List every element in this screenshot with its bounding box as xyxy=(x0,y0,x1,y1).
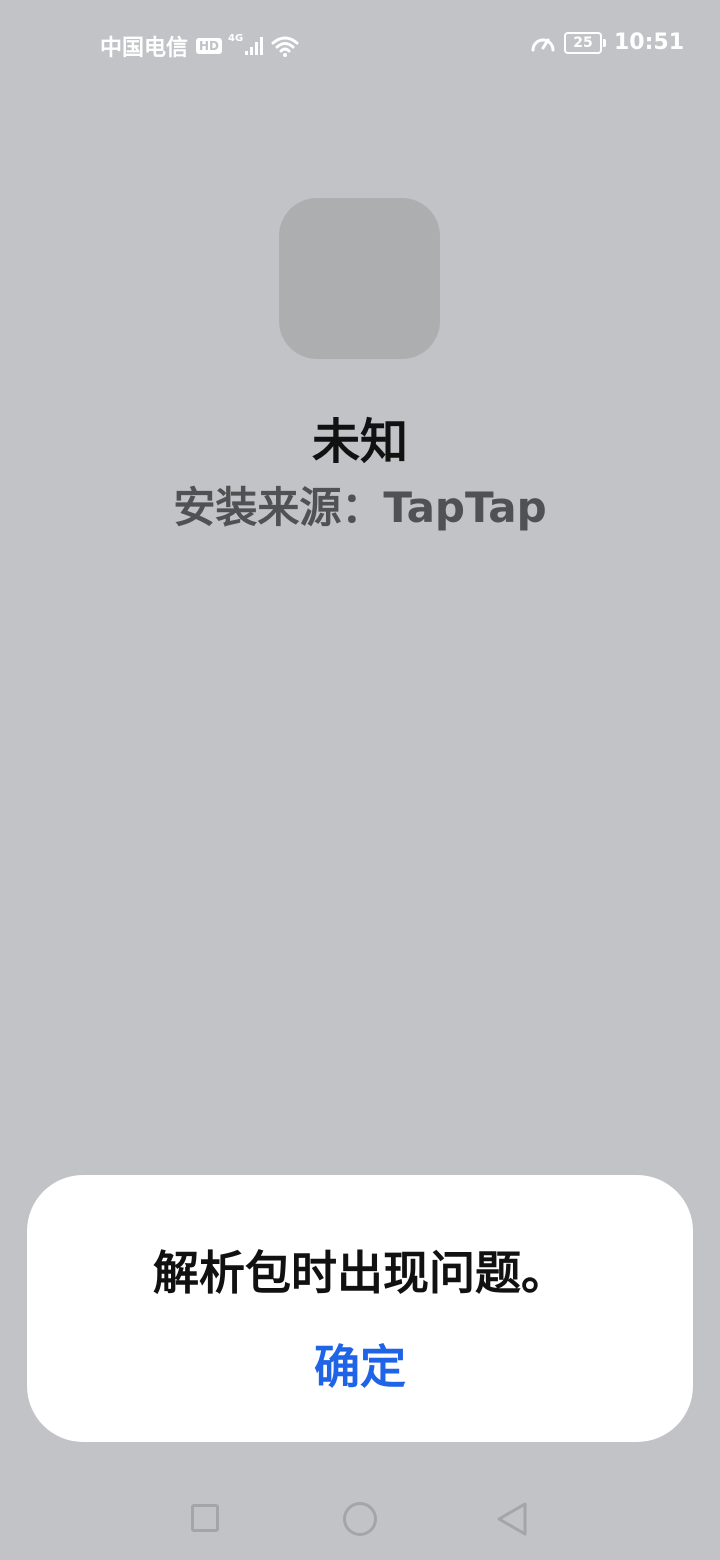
battery-level: 25 xyxy=(573,34,593,51)
signal-icon xyxy=(245,37,264,55)
install-source: 安装来源：TapTap xyxy=(173,483,547,532)
status-bar: 中国电信 HD 4G 25 10:51 xyxy=(0,0,720,90)
hd-badge: HD xyxy=(196,38,223,54)
back-triangle-icon[interactable] xyxy=(495,1501,529,1537)
clock: 10:51 xyxy=(613,30,684,55)
status-right: 25 10:51 xyxy=(530,30,684,55)
navigation-bar xyxy=(0,1480,720,1560)
carrier-label: 中国电信 xyxy=(100,36,189,61)
home-circle-icon[interactable] xyxy=(343,1502,377,1536)
error-dialog: 解析包时出现问题。 确定 xyxy=(27,1175,693,1442)
status-left: 中国电信 HD 4G xyxy=(100,30,299,62)
dialog-message: 解析包时出现问题。 xyxy=(153,1246,567,1300)
battery-icon: 25 xyxy=(563,31,606,54)
app-name: 未知 xyxy=(311,414,408,470)
speedometer-icon xyxy=(531,38,555,51)
app-icon xyxy=(279,198,440,359)
wifi-icon xyxy=(271,36,299,57)
recent-apps-square-icon[interactable] xyxy=(191,1504,219,1532)
confirm-button[interactable]: 确定 xyxy=(260,1327,460,1407)
network-type-label: 4G xyxy=(228,32,244,44)
